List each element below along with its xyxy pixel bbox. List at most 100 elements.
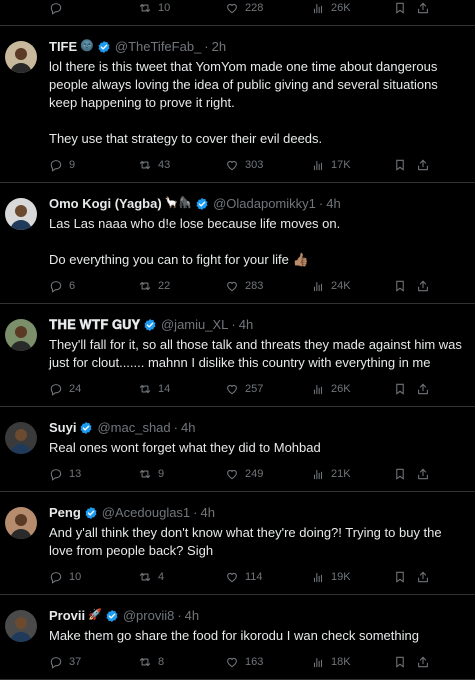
- views-count: 21K: [331, 468, 351, 480]
- share-button[interactable]: [416, 467, 430, 481]
- views-button[interactable]: 26K: [311, 1, 393, 15]
- views-count: 24K: [331, 280, 351, 292]
- tweet-header: Peng @Acedouglas1 · 4h: [49, 505, 463, 520]
- avatar[interactable]: [5, 610, 37, 642]
- bookmark-button[interactable]: [393, 158, 416, 172]
- views-button[interactable]: 21K: [311, 467, 393, 481]
- share-button[interactable]: [416, 158, 430, 172]
- like-button[interactable]: 114: [225, 570, 311, 584]
- timestamp[interactable]: 4h: [185, 608, 199, 623]
- bookmark-icon: [393, 570, 407, 584]
- avatar[interactable]: [5, 507, 37, 539]
- author-name[interactable]: Omo Kogi (Yagba): [49, 196, 162, 211]
- verified-badge-icon: [79, 421, 93, 435]
- views-button[interactable]: 24K: [311, 279, 393, 293]
- author-handle[interactable]: @provii8: [123, 608, 175, 623]
- tweet-text: Real ones wont forget what they did to M…: [49, 440, 321, 455]
- share-button[interactable]: [416, 570, 430, 584]
- retweet-icon: [138, 570, 152, 584]
- bookmark-button[interactable]: [393, 655, 416, 669]
- share-button[interactable]: [416, 655, 430, 669]
- share-icon: [416, 158, 430, 172]
- bookmark-button[interactable]: [393, 570, 416, 584]
- avatar[interactable]: [5, 41, 37, 73]
- retweet-button[interactable]: 22: [138, 279, 225, 293]
- author-handle[interactable]: @jamiu_XL: [161, 317, 228, 332]
- retweet-button[interactable]: 4: [138, 570, 225, 584]
- timestamp[interactable]: 4h: [239, 317, 253, 332]
- tweet[interactable]: 10 228 26K: [0, 0, 475, 26]
- share-button[interactable]: [416, 1, 430, 15]
- timestamp[interactable]: 2h: [212, 39, 226, 54]
- reply-button[interactable]: 10: [49, 570, 138, 584]
- tweet-text: lol there is this tweet that YomYom made…: [49, 59, 438, 146]
- like-button[interactable]: 163: [225, 655, 311, 669]
- reply-button[interactable]: 13: [49, 467, 138, 481]
- bookmark-button[interactable]: [393, 467, 416, 481]
- views-button[interactable]: 19K: [311, 570, 393, 584]
- retweets-count: 9: [158, 468, 165, 480]
- like-button[interactable]: 257: [225, 382, 311, 396]
- bookmark-button[interactable]: [393, 279, 416, 293]
- tweet[interactable]: Suyi @mac_shad · 4h Real ones wont forget wh…: [0, 407, 475, 492]
- retweet-icon: [138, 655, 152, 669]
- reply-button[interactable]: 6: [49, 279, 138, 293]
- replies-count: 9: [69, 159, 76, 171]
- retweet-button[interactable]: 10: [138, 1, 225, 15]
- views-button[interactable]: 26K: [311, 382, 393, 396]
- retweet-button[interactable]: 8: [138, 655, 225, 669]
- share-icon: [416, 655, 430, 669]
- retweet-button[interactable]: 43: [138, 158, 225, 172]
- author-handle[interactable]: @Acedouglas1: [102, 505, 190, 520]
- author-name[interactable]: Provii: [49, 608, 85, 623]
- tweet[interactable]: Provii 🚀 @provii8 · 4h Make them go share the…: [0, 595, 475, 680]
- tweet[interactable]: 𝐓𝐇𝐄 𝐖𝐓𝐅 𝐆𝐔𝐘 @jamiu_XL · 4h They'll fall for …: [0, 304, 475, 407]
- avatar[interactable]: [5, 422, 37, 454]
- like-button[interactable]: 228: [225, 1, 311, 15]
- views-button[interactable]: 17K: [311, 158, 393, 172]
- share-button[interactable]: [416, 382, 430, 396]
- author-handle[interactable]: @TheTifeFab_: [115, 39, 201, 54]
- timestamp[interactable]: 4h: [326, 196, 340, 211]
- reply-button[interactable]: 37: [49, 655, 138, 669]
- likes-count: 257: [245, 383, 264, 395]
- bookmark-button[interactable]: [393, 382, 416, 396]
- avatar[interactable]: [5, 319, 37, 351]
- reply-button[interactable]: 24: [49, 382, 138, 396]
- reply-button[interactable]: [49, 1, 138, 15]
- author-emoji: 🦙🦍: [164, 197, 193, 209]
- author-name[interactable]: 𝐓𝐇𝐄 𝐖𝐓𝐅 𝐆𝐔𝐘: [49, 317, 140, 332]
- retweet-button[interactable]: 9: [138, 467, 225, 481]
- tweet-header: Omo Kogi (Yagba) 🦙🦍 @Oladapomikky1 · 4h: [49, 196, 463, 211]
- retweet-icon: [138, 279, 152, 293]
- views-count: 17K: [331, 159, 351, 171]
- heart-icon: [225, 158, 239, 172]
- share-button[interactable]: [416, 279, 430, 293]
- author-handle[interactable]: @mac_shad: [97, 420, 170, 435]
- tweet-header: Provii 🚀 @provii8 · 4h: [49, 608, 463, 623]
- like-button[interactable]: 283: [225, 279, 311, 293]
- heart-icon: [225, 382, 239, 396]
- avatar[interactable]: [5, 198, 37, 230]
- timestamp[interactable]: 4h: [181, 420, 195, 435]
- author-emoji: 🌚: [80, 40, 94, 52]
- author-handle[interactable]: @Oladapomikky1: [213, 196, 316, 211]
- views-count: 18K: [331, 656, 351, 668]
- author-name[interactable]: Peng: [49, 505, 81, 520]
- retweet-button[interactable]: 14: [138, 382, 225, 396]
- analytics-icon: [311, 570, 325, 584]
- tweet[interactable]: Peng @Acedouglas1 · 4h And y'all think they …: [0, 492, 475, 595]
- bookmark-icon: [393, 279, 407, 293]
- share-icon: [416, 467, 430, 481]
- reply-button[interactable]: 9: [49, 158, 138, 172]
- tweet[interactable]: TIFE 🌚 @TheTifeFab_ · 2h lol there is this tw…: [0, 26, 475, 183]
- views-count: 26K: [331, 2, 351, 14]
- tweet[interactable]: Omo Kogi (Yagba) 🦙🦍 @Oladapomikky1 · 4h Las L…: [0, 183, 475, 304]
- views-button[interactable]: 18K: [311, 655, 393, 669]
- bookmark-button[interactable]: [393, 1, 416, 15]
- author-name[interactable]: TIFE: [49, 39, 77, 54]
- timestamp[interactable]: 4h: [201, 505, 215, 520]
- like-button[interactable]: 303: [225, 158, 311, 172]
- like-button[interactable]: 249: [225, 467, 311, 481]
- author-name[interactable]: Suyi: [49, 420, 76, 435]
